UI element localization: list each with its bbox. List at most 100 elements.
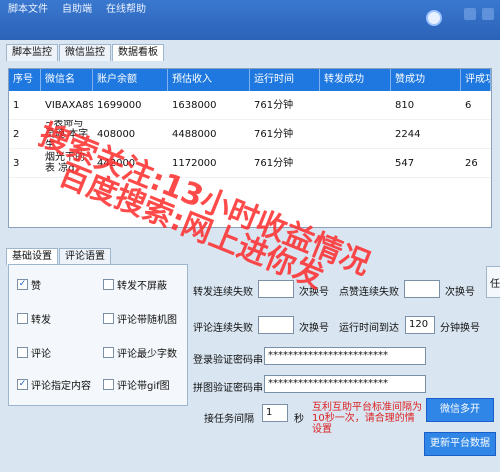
wechat-multi-open-button[interactable]: 微信多开	[426, 398, 494, 422]
comment-fail-label: 评论连续失败	[193, 323, 253, 334]
side-group-box: 任	[486, 266, 500, 298]
checkbox-box	[103, 347, 114, 358]
tab-script-monitor[interactable]: 脚本监控	[6, 44, 58, 61]
menu-item-file[interactable]: 脚本文件	[8, 0, 48, 15]
col-like-success[interactable]: 赞成功	[391, 69, 461, 91]
side-group-label: 任	[490, 279, 500, 290]
puzzle-password-input[interactable]: ************************	[264, 375, 426, 393]
checkbox-comment-min-chars[interactable]: 评论最少字数	[103, 345, 177, 360]
cell: 1	[13, 99, 20, 111]
login-password-input[interactable]: ************************	[264, 347, 426, 365]
cell: 1699000	[97, 99, 142, 111]
checkbox-comment-gif[interactable]: 评论带gif图	[103, 377, 170, 392]
tab-basic-settings[interactable]: 基础设置	[6, 248, 58, 265]
cell: 810	[395, 99, 415, 111]
task-interval-unit: 秒	[294, 414, 304, 425]
cell: VIBAXA89...	[45, 99, 93, 111]
app-badge-icon[interactable]	[426, 10, 442, 26]
account-table: 序号 微信名 账户余额 预估收入 运行时间 转发成功 赞成功 评成功 1 VIB…	[8, 68, 492, 228]
cell: 4488000	[172, 128, 217, 140]
checkbox-label: 评论最少字数	[117, 349, 177, 360]
cell: 761分钟	[254, 99, 294, 111]
main-tabs: 脚本监控 微信监控 数据看板	[6, 44, 165, 61]
checkbox-label: 评论	[31, 349, 51, 360]
col-runtime[interactable]: 运行时间	[250, 69, 320, 91]
feature-checkbox-panel: ✓ 赞 转发不屏蔽 转发 评论带随机图 评论 评论最少字数 ✓ 评论指定内容 评论带…	[8, 264, 188, 406]
cell: 1172000	[172, 157, 217, 169]
checkbox-label: 评论带随机图	[117, 315, 177, 326]
checkbox-box: ✓	[17, 279, 28, 290]
forward-fail-unit: 次换号	[299, 287, 329, 298]
window-controls	[464, 8, 494, 20]
cell: 3	[13, 157, 20, 169]
cell: 761分钟	[254, 128, 294, 140]
like-fail-unit: 次换号	[445, 287, 475, 298]
login-password-label: 登录验证密码串	[193, 355, 263, 366]
like-fail-label: 点赞连续失败	[339, 287, 399, 298]
checkbox-label: 转发不屏蔽	[117, 281, 167, 292]
cell: 761分钟	[254, 157, 294, 169]
checkbox-label: 赞	[31, 281, 41, 292]
cell: 6	[465, 99, 472, 111]
forward-fail-label: 转发连续失败	[193, 287, 253, 298]
cell: 1638000	[172, 99, 217, 111]
close-icon[interactable]	[482, 8, 494, 20]
like-fail-input[interactable]	[404, 280, 440, 298]
checkbox-label: 评论指定内容	[31, 381, 91, 392]
col-balance[interactable]: 账户余额	[93, 69, 168, 91]
cell	[461, 120, 491, 148]
col-comment-success[interactable]: 评成功	[461, 69, 491, 91]
cell	[320, 91, 391, 119]
checkbox-comment[interactable]: 评论	[17, 345, 51, 360]
menu-item-help[interactable]: 在线帮助	[106, 0, 146, 15]
checkbox-forward[interactable]: 转发	[17, 311, 51, 326]
checkbox-label: 评论带gif图	[117, 381, 170, 392]
minimize-icon[interactable]	[464, 8, 476, 20]
cell	[320, 149, 391, 177]
col-wechat-name[interactable]: 微信名	[41, 69, 93, 91]
runtime-unit: 分钟换号	[440, 323, 480, 334]
cell: ~表命与灵魂 本字生	[45, 120, 89, 148]
checkbox-comment-random-image[interactable]: 评论带随机图	[103, 311, 177, 326]
cell: 2	[13, 128, 20, 140]
title-bar: 脚本文件 自助端 在线帮助	[0, 0, 500, 40]
task-interval-input[interactable]: 1	[262, 404, 288, 422]
table-row[interactable]: 2 ~表命与灵魂 本字生 408000 4488000 761分钟 2244	[9, 120, 491, 149]
menu-item-selfhelp[interactable]: 自助端	[62, 0, 92, 15]
checkbox-box	[17, 347, 28, 358]
forward-fail-input[interactable]	[258, 280, 294, 298]
col-index[interactable]: 序号	[9, 69, 41, 91]
checkbox-forward-no-block[interactable]: 转发不屏蔽	[103, 277, 167, 292]
tab-comment-settings[interactable]: 评论语置	[59, 248, 111, 265]
table-header: 序号 微信名 账户余额 预估收入 运行时间 转发成功 赞成功 评成功	[9, 69, 491, 91]
comment-fail-unit: 次换号	[299, 323, 329, 334]
tab-wechat-monitor[interactable]: 微信监控	[59, 44, 111, 61]
cell: 547	[395, 157, 415, 169]
cell: 408000	[97, 128, 136, 140]
runtime-label: 运行时间到达	[339, 323, 399, 334]
checkbox-like[interactable]: ✓ 赞	[17, 277, 41, 292]
settings-tabs: 基础设置 评论语置	[6, 248, 112, 265]
col-forward-success[interactable]: 转发成功	[320, 69, 391, 91]
checkbox-box: ✓	[17, 379, 28, 390]
checkbox-label: 转发	[31, 315, 51, 326]
checkbox-box	[17, 313, 28, 324]
interval-note: 互利互助平台标准间隔为10秒一次，请合理的情设置	[312, 402, 422, 435]
cell: 2244	[395, 128, 421, 140]
cell: 442000	[97, 157, 136, 169]
comment-fail-input[interactable]	[258, 316, 294, 334]
task-interval-label: 接任务间隔	[204, 414, 254, 425]
col-est-income[interactable]: 预估收入	[168, 69, 250, 91]
tab-data-board[interactable]: 数据看板	[112, 44, 164, 61]
checkbox-box	[103, 379, 114, 390]
runtime-input[interactable]: 120	[405, 316, 435, 334]
table-row[interactable]: 1 VIBAXA89... 1699000 1638000 761分钟 810 …	[9, 91, 491, 120]
checkbox-box	[103, 313, 114, 324]
checkbox-box	[103, 279, 114, 290]
checkbox-comment-specified[interactable]: ✓ 评论指定内容	[17, 377, 91, 392]
table-row[interactable]: 3 烟光下的表 凉q 442000 1172000 761分钟 547 26	[9, 149, 491, 178]
refresh-platform-data-button[interactable]: 更新平台数据	[424, 432, 496, 456]
cell: 26	[465, 157, 478, 169]
puzzle-password-label: 拼图验证密码串	[193, 383, 263, 394]
cell	[320, 120, 391, 148]
